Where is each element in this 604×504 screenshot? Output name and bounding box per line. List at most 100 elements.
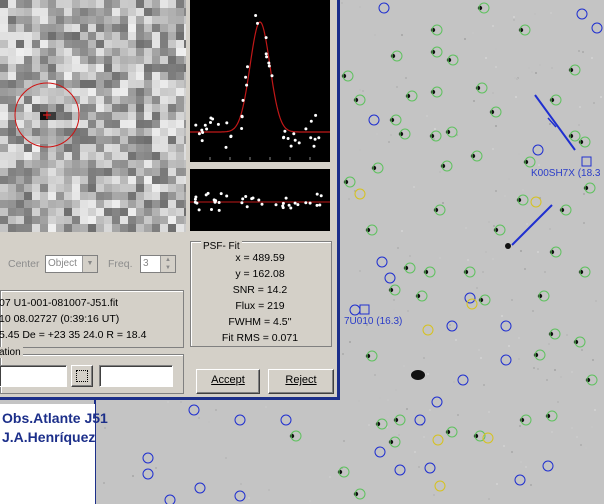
star	[559, 207, 565, 213]
fit-snr: SNR = 14.2	[232, 284, 288, 296]
star	[365, 227, 371, 233]
star	[489, 109, 495, 115]
browse-button[interactable]	[71, 365, 93, 387]
freq-spinner[interactable]: 3 ▲ ▼	[140, 255, 176, 273]
star	[403, 265, 409, 271]
residual-point	[251, 196, 255, 200]
profile-point	[254, 14, 258, 17]
profile-point	[304, 127, 308, 131]
profile-point	[282, 136, 285, 140]
residual-point	[225, 194, 229, 198]
star	[516, 197, 522, 203]
center-select-value: Object	[48, 258, 77, 269]
profile-point	[245, 83, 249, 87]
profile-point	[313, 137, 317, 141]
star	[568, 67, 574, 73]
profile-point	[309, 136, 313, 140]
residual-point	[197, 208, 201, 212]
profile-point	[246, 65, 249, 69]
star	[337, 469, 343, 475]
profile-point	[216, 122, 220, 126]
profile-point	[283, 129, 287, 133]
residual-point	[315, 192, 319, 196]
profile-point	[289, 144, 293, 148]
fit-fwhm: FWHM = 4.5''	[228, 316, 292, 328]
profile-point	[205, 127, 209, 131]
profile-point	[224, 145, 228, 149]
star	[477, 5, 483, 11]
star	[578, 269, 584, 275]
profile-point	[267, 64, 271, 68]
profile-point	[229, 134, 233, 138]
star	[423, 269, 429, 275]
star	[388, 287, 394, 293]
residual-point	[289, 206, 293, 210]
residual-point	[213, 200, 217, 204]
residual-point	[217, 208, 221, 212]
star	[371, 165, 377, 171]
star	[398, 131, 404, 137]
accept-button[interactable]: Accept	[196, 369, 260, 394]
profile-point	[203, 123, 207, 127]
star	[549, 249, 555, 255]
star	[289, 433, 295, 439]
center-label: Center	[8, 258, 40, 270]
star	[463, 269, 469, 275]
profile-point	[293, 138, 297, 142]
star	[365, 353, 371, 359]
identification-title: ation	[0, 347, 23, 358]
residual-point	[260, 202, 264, 206]
identification-input[interactable]	[0, 365, 67, 387]
star	[549, 97, 555, 103]
profile-point	[314, 113, 318, 117]
profile-plot	[190, 0, 330, 162]
star	[375, 421, 381, 427]
chevron-down-icon: ▼	[82, 256, 97, 272]
star	[445, 429, 451, 435]
star	[430, 27, 436, 33]
residual-point	[193, 200, 197, 204]
profile-point	[270, 74, 274, 78]
reject-button[interactable]: Reject	[268, 369, 334, 394]
star	[519, 417, 525, 423]
fit-x: x = 489.59	[235, 252, 285, 264]
star	[429, 133, 435, 139]
star	[430, 49, 436, 55]
center-select[interactable]: Object ▼	[45, 255, 98, 273]
gaussian-fit-curve	[190, 21, 330, 133]
identification-group: ation	[0, 347, 184, 394]
profile-point	[200, 139, 204, 143]
profile-point	[309, 119, 313, 123]
freq-value: 3	[143, 258, 149, 269]
star	[533, 352, 539, 358]
profile-point	[194, 123, 198, 127]
star	[446, 57, 452, 63]
profile-point	[244, 75, 248, 79]
residual-point	[318, 203, 322, 207]
profile-point	[240, 115, 244, 119]
star	[583, 185, 589, 191]
zoom-view	[0, 0, 186, 232]
star	[415, 293, 421, 299]
residual-point	[284, 196, 288, 200]
star	[578, 139, 584, 145]
profile-point	[264, 36, 268, 40]
star	[493, 227, 499, 233]
star	[548, 331, 554, 337]
star	[573, 339, 579, 345]
residual-point	[245, 205, 249, 209]
observatory-name: Obs.Atlante J51	[2, 410, 108, 426]
spinner-arrows-icon: ▲ ▼	[160, 256, 175, 272]
residual-point	[293, 201, 297, 205]
fit-rms: Fit RMS = 0.071	[221, 332, 299, 344]
star	[523, 159, 529, 165]
profile-point	[297, 141, 301, 145]
residual-point	[241, 197, 245, 201]
residual-point	[281, 206, 285, 210]
star	[390, 53, 396, 59]
star	[389, 117, 395, 123]
star	[470, 153, 476, 159]
designation-input[interactable]	[99, 365, 173, 387]
star	[343, 179, 349, 185]
browse-icon	[76, 370, 88, 383]
